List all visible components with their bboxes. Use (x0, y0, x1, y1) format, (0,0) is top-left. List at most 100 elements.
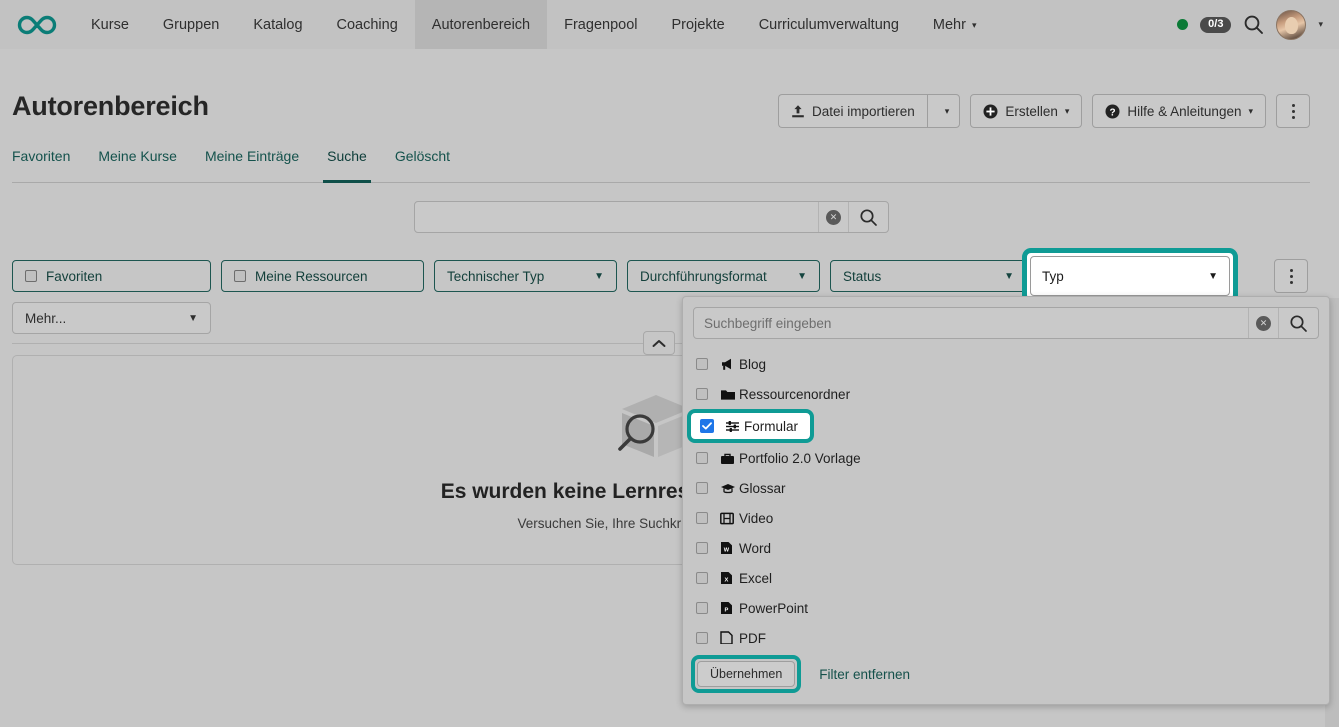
checkbox-icon[interactable] (696, 358, 708, 370)
infinity-logo[interactable] (0, 13, 74, 37)
excel-file-icon: X (720, 571, 739, 585)
checkbox-icon[interactable] (696, 602, 708, 614)
checkbox-icon[interactable] (696, 632, 708, 644)
list-item-label: Word (739, 541, 771, 556)
tab-meine-kurse[interactable]: Meine Kurse (84, 148, 191, 183)
checkbox-icon[interactable] (696, 452, 708, 464)
search-icon[interactable] (1278, 308, 1318, 338)
list-item-blog[interactable]: Blog (683, 349, 1329, 379)
list-item-pdf[interactable]: PDF (683, 623, 1329, 644)
search-icon[interactable] (1243, 14, 1264, 35)
checkbox-icon[interactable] (696, 572, 708, 584)
nav-item-curriculumverwaltung[interactable]: Curriculumverwaltung (742, 0, 916, 49)
nav-label: Katalog (253, 17, 302, 33)
list-item-powerpoint[interactable]: P PowerPoint (683, 593, 1329, 623)
nav-item-coaching[interactable]: Coaching (320, 0, 415, 49)
chevron-up-icon (652, 339, 666, 348)
chevron-down-icon: ▼ (781, 271, 807, 282)
tab-geloescht[interactable]: Gelöscht (381, 148, 464, 183)
filter-meine-ressourcen[interactable]: Meine Ressourcen (221, 260, 424, 292)
list-item-ressourcenordner[interactable]: Ressourcenordner (683, 379, 1329, 409)
sliders-icon (725, 420, 744, 433)
filter-durchfuehrungsformat[interactable]: Durchführungsformat ▼ (627, 260, 820, 292)
tab-label: Meine Einträge (205, 148, 299, 164)
nav-item-kurse[interactable]: Kurse (74, 0, 146, 49)
clear-circle-icon[interactable]: ✕ (1248, 308, 1278, 338)
filter-kebab-menu-icon[interactable] (1274, 259, 1308, 293)
list-item-excel[interactable]: X Excel (683, 563, 1329, 593)
dropdown-search-bar: ✕ (693, 307, 1319, 339)
list-item-label: Podcast (739, 341, 788, 342)
page-title: Autorenbereich (12, 91, 209, 122)
collapse-filters-button[interactable] (643, 331, 675, 355)
svg-text:P: P (724, 607, 728, 613)
filter-favoriten[interactable]: Favoriten (12, 260, 211, 292)
nav-label: Autorenbereich (432, 17, 530, 33)
chevron-down-icon: ▼ (988, 271, 1014, 282)
nav-item-katalog[interactable]: Katalog (236, 0, 319, 49)
import-file-button[interactable]: Datei importieren (778, 94, 927, 128)
list-item-label: Ressourcenordner (739, 387, 850, 402)
apply-button[interactable]: Übernehmen (697, 661, 795, 687)
list-item-glossar[interactable]: Glossar (683, 473, 1329, 503)
list-item-formular[interactable]: Formular (683, 409, 1329, 443)
nav-item-gruppen[interactable]: Gruppen (146, 0, 236, 49)
tab-meine-eintraege[interactable]: Meine Einträge (191, 148, 313, 183)
nav-label: Gruppen (163, 17, 219, 33)
nav-item-fragenpool[interactable]: Fragenpool (547, 0, 654, 49)
top-navigation-bar: Kurse Gruppen Katalog Coaching Autorenbe… (0, 0, 1339, 49)
nav-label: Kurse (91, 17, 129, 33)
list-item-label: Formular (744, 419, 798, 434)
avatar[interactable] (1276, 10, 1306, 40)
chevron-down-icon: ▾ (972, 21, 977, 30)
task-count-badge[interactable]: 0/3 (1200, 17, 1231, 33)
checkbox-icon[interactable] (696, 388, 708, 400)
search-icon[interactable] (848, 202, 888, 232)
nav-item-autorenbereich[interactable]: Autorenbereich (415, 0, 547, 49)
filter-mehr[interactable]: Mehr... ▼ (12, 302, 211, 334)
list-item-word[interactable]: W Word (683, 533, 1329, 563)
list-item-video[interactable]: Video (683, 503, 1329, 533)
help-button[interactable]: ? Hilfe & Anleitungen ▾ (1092, 94, 1266, 128)
search-input[interactable] (415, 202, 818, 232)
filter-label: Technischer Typ (447, 269, 544, 284)
filter-label: Mehr... (25, 311, 66, 326)
tab-favoriten[interactable]: Favoriten (12, 148, 84, 183)
typ-filter-dropdown-panel: ✕ Podcast (682, 296, 1330, 705)
briefcase-icon (720, 452, 739, 465)
page-root: Kurse Gruppen Katalog Coaching Autorenbe… (0, 0, 1339, 727)
clear-circle-icon[interactable]: ✕ (818, 202, 848, 232)
checkbox-icon[interactable] (234, 270, 246, 282)
nav-item-mehr[interactable]: Mehr ▾ (916, 0, 994, 49)
nav-item-projekte[interactable]: Projekte (654, 0, 741, 49)
list-item-podcast[interactable]: Podcast (683, 341, 1329, 349)
status-dot-icon (1177, 19, 1188, 30)
chevron-down-icon: ▼ (578, 271, 604, 282)
svg-text:?: ? (1110, 107, 1116, 118)
filter-typ-dropdown[interactable]: Typ ▼ (1030, 256, 1230, 296)
dropdown-search-input[interactable] (694, 308, 1248, 338)
svg-text:W: W (724, 547, 730, 553)
tab-label: Meine Kurse (98, 148, 177, 164)
header-kebab-menu-icon[interactable] (1276, 94, 1310, 128)
chevron-down-icon[interactable]: ▾ (1318, 19, 1323, 30)
tab-label: Favoriten (12, 148, 70, 164)
typ-option-list[interactable]: Podcast Blog Ressourcenordner (683, 341, 1329, 644)
checkbox-icon[interactable] (696, 512, 708, 524)
checkbox-icon[interactable] (696, 542, 708, 554)
list-item-portfolio-vorlage[interactable]: Portfolio 2.0 Vorlage (683, 443, 1329, 473)
apply-highlight-ring: Übernehmen (691, 655, 801, 693)
question-circle-icon: ? (1105, 104, 1120, 119)
tab-suche[interactable]: Suche (313, 148, 381, 183)
remove-filter-link[interactable]: Filter entfernen (819, 667, 910, 682)
create-button[interactable]: Erstellen ▾ (970, 94, 1082, 128)
checkbox-checked-icon[interactable] (700, 419, 714, 433)
import-split-toggle[interactable]: ▾ (927, 94, 961, 128)
list-item-label: Portfolio 2.0 Vorlage (739, 451, 861, 466)
filter-technischer-typ[interactable]: Technischer Typ ▼ (434, 260, 617, 292)
filter-status[interactable]: Status ▼ (830, 260, 1027, 292)
nav-label: Curriculumverwaltung (759, 17, 899, 33)
powerpoint-file-icon: P (720, 601, 739, 615)
checkbox-icon[interactable] (696, 482, 708, 494)
checkbox-icon[interactable] (25, 270, 37, 282)
